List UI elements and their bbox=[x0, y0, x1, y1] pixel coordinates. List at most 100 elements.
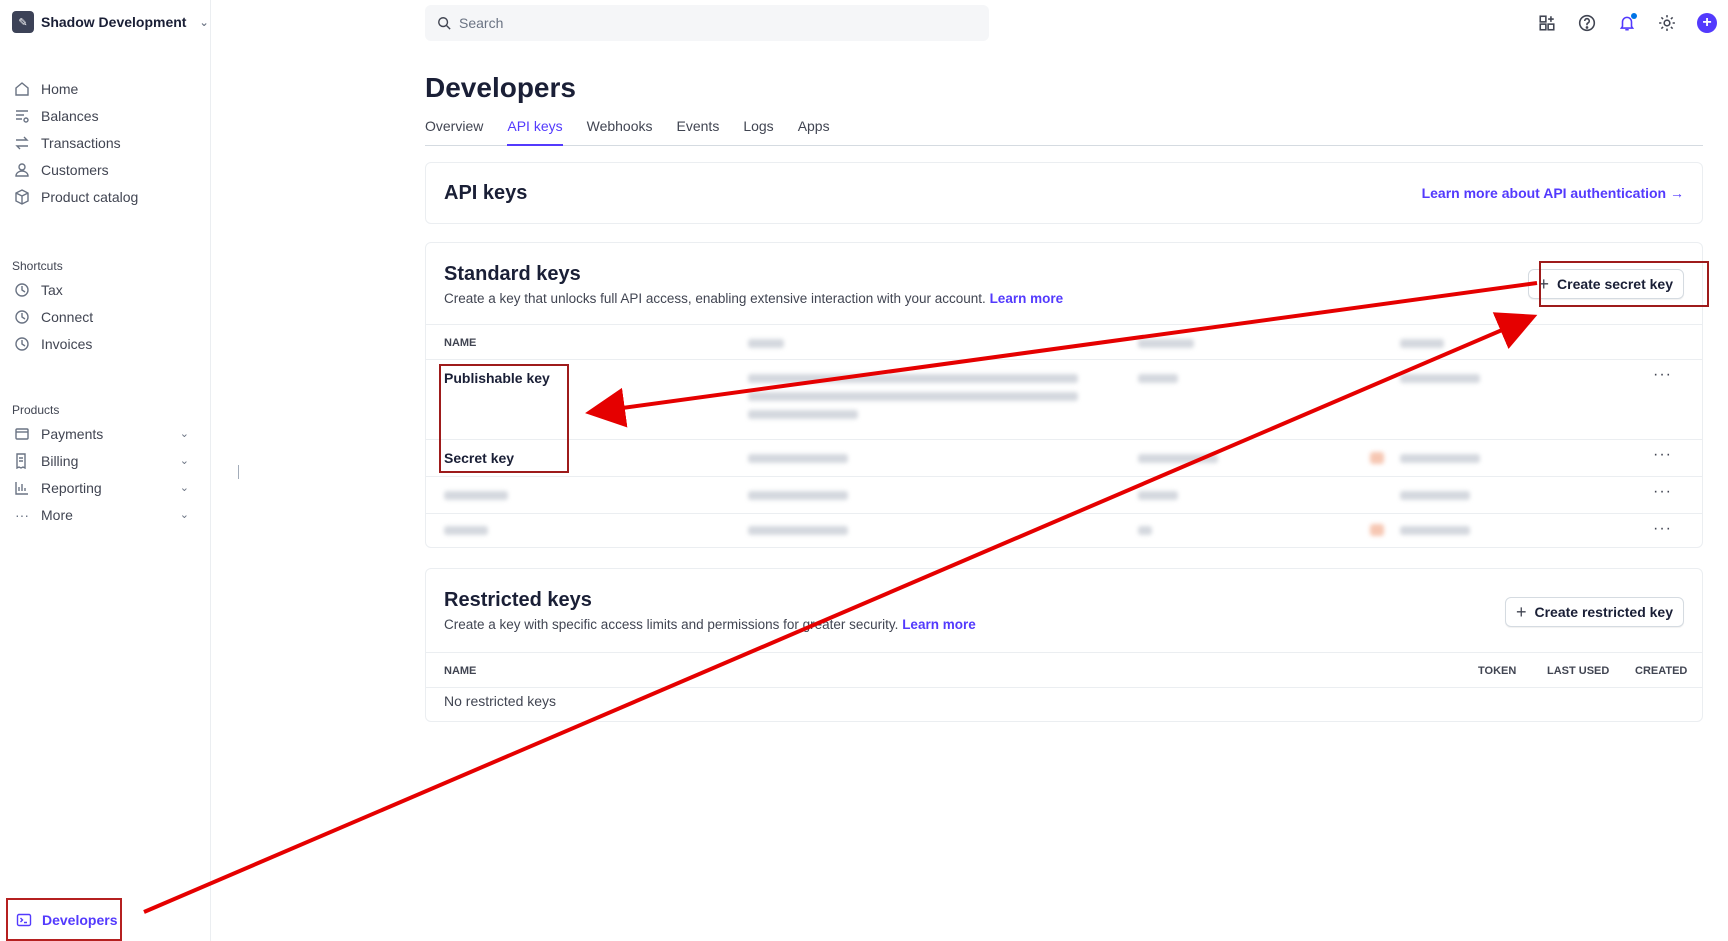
sidebar-item-home[interactable]: Home bbox=[0, 75, 211, 102]
sidebar-item-connect[interactable]: Connect bbox=[0, 303, 211, 330]
description-text: Create a key that unlocks full API acces… bbox=[444, 291, 986, 306]
terminal-icon bbox=[16, 912, 32, 928]
tab-events[interactable]: Events bbox=[677, 118, 720, 146]
transactions-icon bbox=[14, 135, 30, 151]
key-name: Secret key bbox=[444, 450, 515, 466]
learn-more-link[interactable]: Learn more bbox=[902, 617, 976, 632]
sidebar-item-invoices[interactable]: Invoices bbox=[0, 330, 211, 357]
table-row[interactable]: Secret key ··· bbox=[426, 440, 1702, 477]
redacted-created bbox=[1400, 491, 1470, 500]
sidebar-item-label: Transactions bbox=[41, 134, 121, 151]
more-actions-icon[interactable]: ··· bbox=[1653, 520, 1672, 538]
sidebar-item-payments[interactable]: Payments ⌄ bbox=[0, 420, 211, 447]
notification-dot bbox=[1631, 13, 1637, 19]
account-switcher[interactable]: ✎ Shadow Development ⌄ bbox=[12, 11, 209, 33]
create-secret-key-button[interactable]: + Create secret key bbox=[1527, 269, 1684, 299]
flag-icon bbox=[1370, 524, 1384, 536]
chevron-down-icon: ⌄ bbox=[179, 482, 189, 494]
empty-state: No restricted keys bbox=[444, 693, 557, 709]
tab-webhooks[interactable]: Webhooks bbox=[587, 118, 653, 146]
product-catalog-icon bbox=[14, 188, 30, 205]
balances-icon bbox=[14, 108, 30, 124]
redacted-token bbox=[748, 526, 848, 535]
tab-api-keys[interactable]: API keys bbox=[507, 118, 563, 146]
more-actions-icon[interactable]: ··· bbox=[1653, 483, 1672, 501]
products-title: Products bbox=[12, 403, 60, 417]
sidebar-item-more[interactable]: ··· More ⌄ bbox=[0, 501, 211, 528]
sidebar-item-label: Invoices bbox=[41, 335, 93, 352]
table-row[interactable]: ··· bbox=[426, 477, 1702, 514]
customers-icon bbox=[14, 162, 30, 178]
shortcuts-title: Shortcuts bbox=[12, 259, 63, 273]
chevron-down-icon: ⌄ bbox=[179, 509, 189, 521]
table-row[interactable]: ··· bbox=[426, 514, 1702, 548]
sidebar-item-tax[interactable]: Tax bbox=[0, 276, 211, 303]
payments-icon bbox=[14, 426, 30, 442]
redacted-token bbox=[748, 374, 1078, 383]
learn-more-link[interactable]: Learn more bbox=[990, 291, 1064, 306]
column-created: CREATED bbox=[1635, 665, 1688, 677]
search-placeholder: Search bbox=[459, 15, 504, 31]
restricted-keys-card: Restricted keys Create a key with specif… bbox=[425, 568, 1703, 722]
sidebar-item-transactions[interactable]: Transactions bbox=[0, 129, 211, 156]
more-actions-icon[interactable]: ··· bbox=[1653, 446, 1672, 464]
tab-bar: Overview API keys Webhooks Events Logs A… bbox=[425, 118, 1703, 146]
standard-keys-description: Create a key that unlocks full API acces… bbox=[444, 291, 1063, 306]
search-input[interactable]: Search bbox=[425, 5, 989, 41]
billing-icon bbox=[14, 452, 30, 469]
table-row[interactable]: Publishable key ··· bbox=[426, 360, 1702, 440]
standard-keys-card: Standard keys Create a key that unlocks … bbox=[425, 242, 1703, 548]
home-icon bbox=[14, 81, 30, 97]
tab-logs[interactable]: Logs bbox=[743, 118, 773, 146]
sidebar-item-billing[interactable]: Billing ⌄ bbox=[0, 447, 211, 474]
sidebar-item-product-catalog[interactable]: Product catalog bbox=[0, 183, 211, 210]
sidebar-item-label: More bbox=[41, 506, 73, 523]
sidebar-item-label: Connect bbox=[41, 308, 94, 325]
clock-icon bbox=[14, 336, 30, 352]
reporting-icon bbox=[14, 480, 30, 496]
create-plus-icon[interactable]: + bbox=[1696, 12, 1718, 34]
sidebar-item-reporting[interactable]: Reporting ⌄ bbox=[0, 474, 211, 501]
sidebar-resize-handle[interactable] bbox=[238, 465, 239, 479]
standard-keys-title: Standard keys bbox=[444, 263, 581, 285]
apps-icon[interactable] bbox=[1536, 12, 1558, 34]
redacted-token bbox=[748, 410, 858, 419]
learn-more-api-auth-link[interactable]: Learn more about API authentication → bbox=[1422, 185, 1684, 201]
products-nav: Products Payments ⌄ Billing ⌄ Reporting … bbox=[0, 400, 211, 528]
sidebar-item-label: Product catalog bbox=[41, 188, 139, 205]
redacted-created bbox=[1400, 526, 1470, 535]
redacted-last-used bbox=[1138, 526, 1152, 535]
column-last-used: LAST USED bbox=[1547, 665, 1610, 677]
bell-icon[interactable] bbox=[1616, 12, 1638, 34]
restricted-keys-title: Restricted keys bbox=[444, 589, 592, 611]
top-toolbar: + bbox=[1536, 12, 1718, 34]
chevron-down-icon: ⌄ bbox=[179, 455, 189, 467]
chevron-down-icon: ⌄ bbox=[199, 16, 209, 29]
tab-overview[interactable]: Overview bbox=[425, 118, 483, 146]
plus-icon: + bbox=[1515, 602, 1527, 622]
api-keys-title: API keys bbox=[444, 182, 528, 204]
tab-apps[interactable]: Apps bbox=[798, 118, 830, 146]
redacted-token bbox=[748, 454, 848, 463]
gear-icon[interactable] bbox=[1656, 12, 1678, 34]
more-actions-icon[interactable]: ··· bbox=[1653, 366, 1672, 384]
redacted-key-name bbox=[444, 526, 488, 535]
sidebar-item-label: Developers bbox=[42, 911, 118, 928]
redacted-header bbox=[1138, 339, 1194, 348]
sidebar-item-label: Payments bbox=[41, 425, 104, 442]
create-restricted-key-button[interactable]: + Create restricted key bbox=[1504, 597, 1684, 627]
plus-icon: + bbox=[1538, 274, 1550, 294]
sidebar-item-balances[interactable]: Balances bbox=[0, 102, 211, 129]
key-name: Publishable key bbox=[444, 370, 550, 386]
help-icon[interactable] bbox=[1576, 12, 1598, 34]
sidebar: ✎ Shadow Development ⌄ Home Balances Tra… bbox=[0, 0, 211, 941]
redacted-header bbox=[1400, 339, 1444, 348]
api-keys-card: API keys Learn more about API authentica… bbox=[425, 162, 1703, 224]
sidebar-item-customers[interactable]: Customers bbox=[0, 156, 211, 183]
restricted-keys-description: Create a key with specific access limits… bbox=[444, 617, 976, 632]
more-icon: ··· bbox=[15, 506, 29, 523]
restricted-keys-header: NAME TOKEN LAST USED CREATED bbox=[426, 652, 1702, 688]
sidebar-item-label: Customers bbox=[41, 161, 109, 178]
redacted-token bbox=[748, 392, 1078, 401]
sidebar-item-developers[interactable]: Developers bbox=[6, 898, 122, 941]
